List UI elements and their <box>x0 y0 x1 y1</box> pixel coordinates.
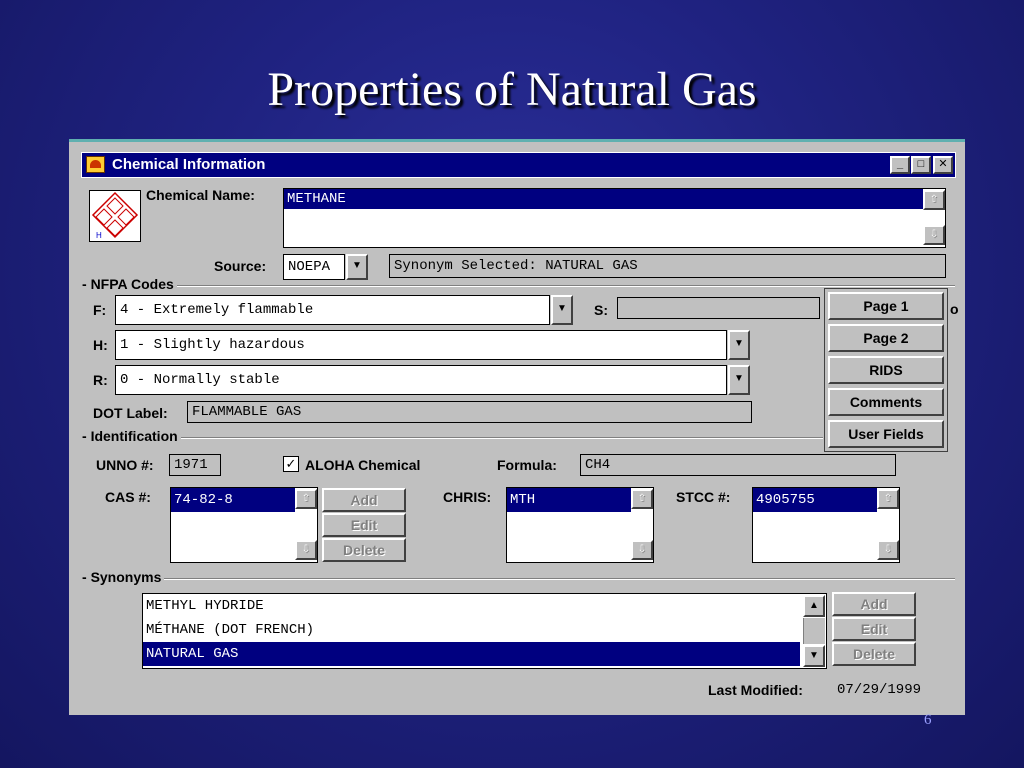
last-modified-value: 07/29/1999 <box>837 682 922 698</box>
page2-button[interactable]: Page 2 <box>828 324 944 352</box>
dot-label: DOT Label: <box>93 405 168 421</box>
chemical-name-scroll-down-icon[interactable]: ⇩ <box>923 225 945 245</box>
h-label: H: <box>93 337 108 353</box>
comments-button[interactable]: Comments <box>828 388 944 416</box>
aloha-checkbox[interactable]: ✓ <box>283 456 299 472</box>
close-button[interactable]: ✕ <box>933 156 953 174</box>
synonym-add-button[interactable]: Add <box>832 592 916 616</box>
page1-button[interactable]: Page 1 <box>828 292 944 320</box>
cas-edit-button[interactable]: Edit <box>322 513 406 537</box>
identification-group-divider <box>83 437 823 439</box>
health-select[interactable]: 1 - Slightly hazardous <box>115 330 727 360</box>
identification-group-label-text: Identification <box>90 428 178 444</box>
source-dropdown-icon[interactable]: ▼ <box>346 254 368 280</box>
flammability-select[interactable]: 4 - Extremely flammable <box>115 295 550 325</box>
chemical-name-field[interactable]: METHANE <box>283 188 946 248</box>
chemical-name-scroll-up-icon[interactable]: ⇧ <box>923 190 945 210</box>
nfpa-group-label: - NFPA Codes <box>79 276 177 292</box>
cas-item[interactable]: 74-82-8 <box>171 488 295 512</box>
synonym-item-selected[interactable]: NATURAL GAS <box>143 642 800 666</box>
nfpa-group-label-text: NFPA Codes <box>90 276 174 292</box>
stcc-scroll-up-icon[interactable]: ⇧ <box>877 489 899 509</box>
stcc-item[interactable]: 4905755 <box>753 488 877 512</box>
slide-title: Properties of Natural Gas <box>267 63 757 116</box>
chris-scroll-up-icon[interactable]: ⇧ <box>631 489 653 509</box>
minimize-button[interactable]: _ <box>890 156 910 174</box>
rids-button[interactable]: RIDS <box>828 356 944 384</box>
stcc-scroll-down-icon[interactable]: ⇩ <box>877 540 899 560</box>
synonym-item[interactable]: METHYL HYDRIDE <box>143 594 826 618</box>
reactivity-dropdown-icon[interactable]: ▼ <box>728 365 750 395</box>
formula-field: CH4 <box>580 454 896 476</box>
formula-label: Formula: <box>497 457 557 473</box>
dot-label-field: FLAMMABLE GAS <box>187 401 752 423</box>
synonym-selected-field: Synonym Selected: NATURAL GAS <box>389 254 946 278</box>
r-label: R: <box>93 372 108 388</box>
chemical-name-label: Chemical Name: <box>146 187 255 203</box>
synonyms-scroll-up-icon[interactable]: ▲ <box>803 595 825 617</box>
user-fields-button[interactable]: User Fields <box>828 420 944 448</box>
synonyms-list[interactable]: METHYL HYDRIDE MÉTHANE (DOT FRENCH) NATU… <box>142 593 827 669</box>
reactivity-select[interactable]: 0 - Normally stable <box>115 365 727 395</box>
nfpa-group-divider <box>83 285 955 287</box>
unno-label: UNNO #: <box>96 457 154 473</box>
synonyms-group-divider <box>83 578 955 580</box>
flammability-dropdown-icon[interactable]: ▼ <box>551 295 573 325</box>
chemical-name-value: METHANE <box>284 189 923 209</box>
source-select[interactable]: NOEPA <box>283 254 345 280</box>
synonyms-scroll-track[interactable] <box>803 618 825 644</box>
maximize-button[interactable]: □ <box>911 156 931 174</box>
stcc-label: STCC #: <box>676 489 731 505</box>
window-titlebar[interactable]: Chemical Information _ □ ✕ <box>81 152 956 178</box>
nfpa-diamond-icon: H <box>89 190 141 242</box>
svg-text:H: H <box>96 231 102 240</box>
synonyms-group-label: - Synonyms <box>79 569 165 585</box>
chris-scroll-down-icon[interactable]: ⇩ <box>631 540 653 560</box>
identification-group-label: - Identification <box>79 428 181 444</box>
special-field <box>617 297 820 319</box>
aloha-label: ALOHA Chemical <box>305 457 421 473</box>
cas-label: CAS #: <box>105 489 151 505</box>
synonym-edit-button[interactable]: Edit <box>832 617 916 641</box>
last-modified-label: Last Modified: <box>708 682 803 698</box>
cas-scroll-down-icon[interactable]: ⇩ <box>295 540 317 560</box>
synonyms-scroll-down-icon[interactable]: ▼ <box>803 645 825 667</box>
window-title: Chemical Information <box>112 156 266 173</box>
f-label: F: <box>93 302 107 318</box>
synonyms-group-label-text: Synonyms <box>90 569 162 585</box>
synonym-item[interactable]: MÉTHANE (DOT FRENCH) <box>143 618 826 642</box>
chris-item[interactable]: MTH <box>507 488 631 512</box>
cas-scroll-up-icon[interactable]: ⇧ <box>295 489 317 509</box>
chemical-information-window: Chemical Information _ □ ✕ H Chemical Na… <box>69 139 965 715</box>
health-dropdown-icon[interactable]: ▼ <box>728 330 750 360</box>
chris-label: CHRIS: <box>443 489 492 505</box>
synonym-delete-button[interactable]: Delete <box>832 642 916 666</box>
slide-page-number: 6 <box>924 712 932 728</box>
app-icon <box>86 156 105 173</box>
cas-delete-button[interactable]: Delete <box>322 538 406 562</box>
truncated-text: o <box>950 301 959 317</box>
unno-field: 1971 <box>169 454 221 476</box>
cas-add-button[interactable]: Add <box>322 488 406 512</box>
source-label: Source: <box>214 258 267 274</box>
s-label: S: <box>594 302 608 318</box>
